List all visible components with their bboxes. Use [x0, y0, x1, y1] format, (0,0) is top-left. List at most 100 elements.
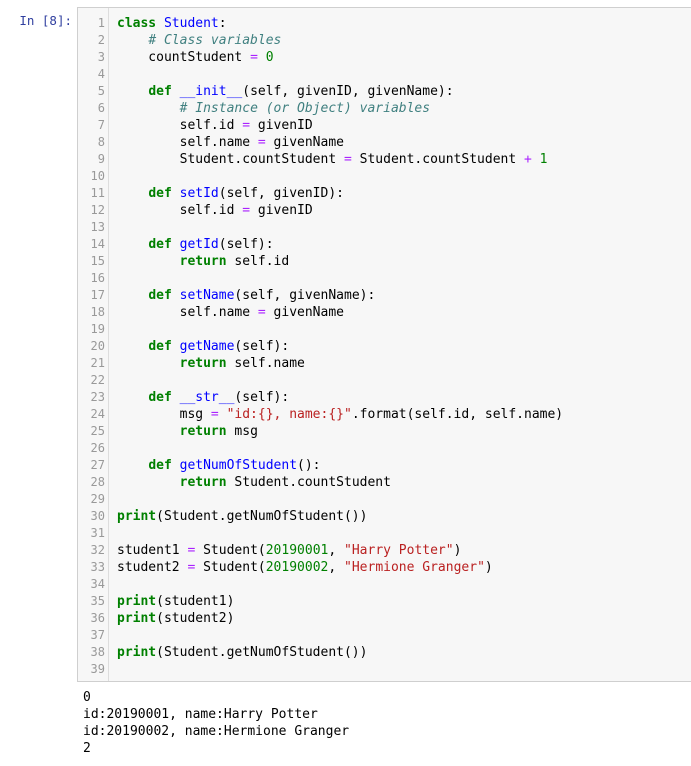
line-number: 29 [90, 492, 105, 506]
code-token: def [148, 186, 172, 201]
code-token: self.id [117, 203, 243, 218]
code-text: def getNumOfStudent(): [117, 457, 321, 474]
code-token: (self): [234, 390, 290, 405]
line-number: 24 [90, 407, 105, 421]
code-token: (self): [234, 339, 290, 354]
output-line: 2 [83, 741, 91, 756]
code-line: 24 msg = "id:{}, name:{}".format(self.id… [78, 406, 691, 423]
code-line: 17 def setName(self, givenName): [78, 287, 691, 304]
code-token: (student1) [156, 594, 235, 609]
code-line: 30 print(Student.getNumOfStudent()) [78, 508, 691, 525]
line-number: 27 [90, 458, 105, 472]
code-token: (Student.getNumOfStudent()) [156, 509, 368, 524]
code-token: student1 [117, 543, 188, 558]
code-token: : [218, 16, 227, 31]
line-number: 4 [97, 67, 105, 81]
code-token: return [179, 424, 227, 439]
code-token: ) [484, 560, 493, 575]
line-number: 22 [90, 373, 105, 387]
code-line: 29 [78, 491, 691, 508]
code-token: self.name [117, 305, 258, 320]
code-text: return msg [117, 423, 258, 440]
code-token: 20190001 [265, 543, 329, 558]
code-token: print [117, 509, 157, 524]
code-token: givenID [250, 203, 313, 218]
code-line: 19 [78, 321, 691, 338]
line-number: 21 [90, 356, 105, 370]
code-cell-editor[interactable]: 1 class Student: 2 # Class variables 3 coun… [77, 7, 691, 682]
line-number: 16 [90, 271, 105, 285]
line-number: 37 [90, 628, 105, 642]
code-token: = [210, 407, 219, 422]
cell-output: 0 id:20190001, name:Harry Potter id:201900… [83, 689, 349, 757]
line-number: 10 [90, 169, 105, 183]
output-line: 0 [83, 690, 91, 705]
code-token: = [257, 135, 266, 150]
code-text: return self.id [117, 253, 290, 270]
code-text: def __str__(self): [117, 389, 289, 406]
line-number: 30 [90, 509, 105, 523]
code-line: 25 return msg [78, 423, 691, 440]
code-token: msg [226, 424, 258, 439]
code-text: Student.countStudent = Student.countStud… [117, 151, 548, 168]
code-token: givenName [265, 305, 344, 320]
code-line: 31 [78, 525, 691, 542]
code-line: 28 return Student.countStudent [78, 474, 691, 491]
code-line: 8 self.name = givenName [78, 134, 691, 151]
code-token: # Class variables [148, 33, 282, 48]
code-text: def getId(self): [117, 236, 273, 253]
line-number: 14 [90, 237, 105, 251]
code-text: student1 = Student(20190001, "Harry Pott… [117, 542, 461, 559]
line-number: 6 [97, 101, 105, 115]
code-line: 34 [78, 576, 691, 593]
line-number: 31 [90, 526, 105, 540]
code-token: self.name [226, 356, 305, 371]
line-number: 17 [90, 288, 105, 302]
line-number: 5 [97, 84, 105, 98]
code-token: def [148, 84, 172, 99]
code-token: def [148, 288, 172, 303]
code-token: + [524, 152, 532, 167]
code-token: setId [179, 186, 219, 201]
line-number: 15 [90, 254, 105, 268]
code-token: = [257, 305, 266, 320]
code-token: msg [117, 407, 211, 422]
code-line: 39 [78, 661, 691, 678]
code-token: Student.countStudent [226, 475, 391, 490]
code-line: 18 self.name = givenName [78, 304, 691, 321]
code-token: Student [163, 16, 219, 31]
code-text: # Instance (or Object) variables [117, 100, 430, 117]
code-token: countStudent [117, 50, 251, 65]
code-line: 7 self.id = givenID [78, 117, 691, 134]
code-text: msg = "id:{}, name:{}".format(self.id, s… [117, 406, 564, 423]
code-token: Student( [195, 560, 266, 575]
code-text: countStudent = 0 [117, 49, 274, 66]
code-line: 1 class Student: [78, 15, 691, 32]
line-number: 2 [97, 33, 105, 47]
code-token: = [242, 118, 251, 133]
code-token: (self, givenName): [234, 288, 376, 303]
code-text: self.name = givenName [117, 134, 344, 151]
code-text: student2 = Student(20190002, "Hermione G… [117, 559, 493, 576]
code-line: 5 def __init__(self, givenID, givenName)… [78, 83, 691, 100]
line-number: 33 [90, 560, 105, 574]
code-token: "Hermione Granger" [344, 560, 485, 575]
code-token: self.id [117, 118, 243, 133]
line-number: 12 [90, 203, 105, 217]
code-token: = [343, 152, 352, 167]
code-token: (): [297, 458, 321, 473]
line-number: 13 [90, 220, 105, 234]
code-line: 14 def getId(self): [78, 236, 691, 253]
code-token: 0 [265, 50, 274, 65]
code-token: setName [179, 288, 235, 303]
